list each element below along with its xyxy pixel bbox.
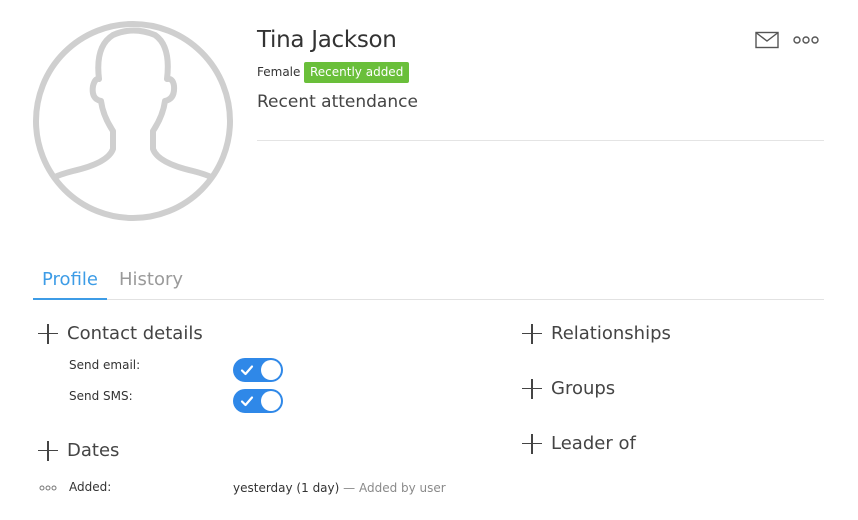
toggle-knob xyxy=(261,391,281,411)
more-options-icon[interactable] xyxy=(793,33,819,47)
plus-icon xyxy=(522,323,542,344)
section-title-relationships: Relationships xyxy=(551,323,671,344)
leader-of-section[interactable]: Leader of xyxy=(522,433,636,454)
toggle-knob xyxy=(261,360,281,380)
send-email-toggle[interactable] xyxy=(233,358,283,382)
recently-added-badge: Recently added xyxy=(304,62,410,83)
added-separator: — xyxy=(339,481,359,495)
added-value: yesterday (1 day) — Added by user xyxy=(233,481,446,495)
check-icon xyxy=(240,396,254,407)
section-title-contact-details: Contact details xyxy=(67,323,203,344)
added-label: Added: xyxy=(69,480,112,494)
section-title-groups: Groups xyxy=(551,378,616,399)
header-divider xyxy=(257,140,824,141)
relationships-section[interactable]: Relationships xyxy=(522,323,671,344)
recent-attendance-heading[interactable]: Recent attendance xyxy=(257,92,418,112)
dates-section[interactable]: Dates xyxy=(38,440,119,461)
section-title-dates: Dates xyxy=(67,440,120,461)
envelope-icon[interactable] xyxy=(755,31,779,49)
groups-section[interactable]: Groups xyxy=(522,378,615,399)
person-name: Tina Jackson xyxy=(257,27,397,53)
tab-history[interactable]: History xyxy=(119,269,183,300)
profile-tabs: Profile History xyxy=(33,264,824,300)
more-dots-icon[interactable] xyxy=(39,485,57,491)
check-icon xyxy=(240,365,254,376)
avatar-placeholder xyxy=(33,21,233,221)
plus-icon xyxy=(522,433,542,454)
added-date: yesterday (1 day) xyxy=(233,481,340,495)
section-title-leader-of: Leader of xyxy=(551,433,636,454)
gender-label: Female xyxy=(257,65,301,79)
plus-icon xyxy=(38,323,58,344)
send-sms-label: Send SMS: xyxy=(69,389,133,403)
tab-profile[interactable]: Profile xyxy=(33,269,107,300)
contact-details-section[interactable]: Contact details xyxy=(38,323,203,344)
plus-icon xyxy=(38,440,58,461)
send-sms-toggle[interactable] xyxy=(233,389,283,413)
added-by-note: Added by user xyxy=(358,481,446,495)
plus-icon xyxy=(522,378,542,399)
send-email-label: Send email: xyxy=(69,358,141,372)
